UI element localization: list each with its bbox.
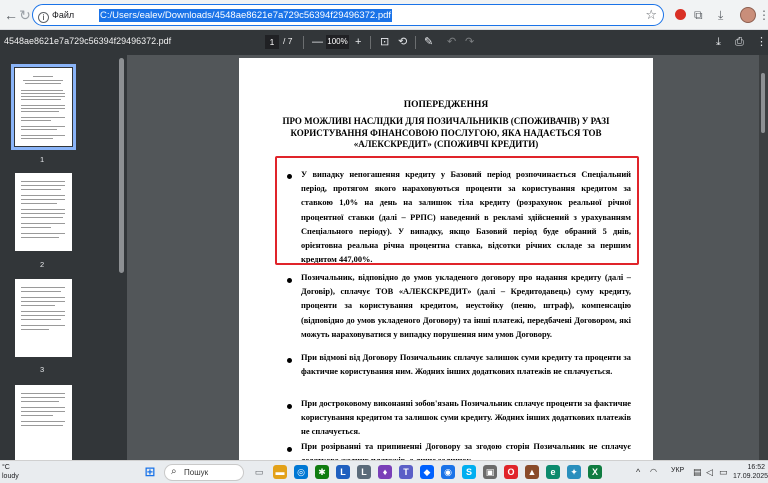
undo-icon[interactable]: ↶ (447, 35, 456, 49)
language-indicator[interactable]: УКР (671, 467, 684, 474)
divider (415, 36, 416, 49)
document-title: ПОПЕРЕДЖЕННЯ (403, 100, 489, 110)
thumbnail-page-4[interactable] (15, 385, 72, 460)
profile-avatar[interactable] (740, 7, 756, 23)
dropbox-icon[interactable]: ◆ (420, 465, 434, 479)
divider (370, 36, 371, 49)
edge-icon[interactable]: e (546, 465, 560, 479)
browser-blue-icon[interactable]: ◎ (294, 465, 308, 479)
weather-widget[interactable]: °C loudy (2, 463, 19, 481)
annotate-icon[interactable]: ✎ (424, 35, 433, 49)
taskbar-search[interactable]: ⌕ Пошук (164, 464, 244, 481)
site-info-label: Файл (52, 10, 75, 20)
skype-icon[interactable]: S (462, 465, 476, 479)
page-total: / 7 (283, 36, 293, 46)
weather-desc: loudy (2, 473, 19, 480)
bullet-paragraph: При розірванні та припиненні Договору за… (301, 442, 631, 460)
print-icon[interactable]: ⎙ (735, 35, 744, 49)
app-gray-icon[interactable]: ▣ (483, 465, 497, 479)
clock-date: 17.09.2025 (733, 473, 768, 480)
volume-icon[interactable]: ◁ (706, 467, 713, 477)
site-info-chip[interactable]: i Файл (38, 8, 75, 23)
browser-menu-icon[interactable]: ⋮ (758, 7, 768, 23)
app-green-icon[interactable]: ✱ (315, 465, 329, 479)
thumbnail-sidebar: 1 2 3 (0, 55, 127, 460)
windows-taskbar: °C loudy ⊞ ⌕ Пошук ▭ ▬ ◎ ✱ L L ♦ T ◆ ◉ S ▣ O ▲ e ✦ X ^ ◠… (0, 460, 768, 483)
pdf-viewer: ПОПЕРЕДЖЕННЯ ПРО МОЖЛИВІ НАСЛІДКИ ДЛЯ ПО… (127, 55, 768, 460)
rotate-icon[interactable]: ⟲ (398, 35, 407, 49)
app-brown-icon[interactable]: ▲ (525, 465, 539, 479)
opera-icon[interactable]: O (504, 465, 518, 479)
fit-page-icon[interactable]: ⊡ (380, 35, 389, 49)
thumbnail-page-1[interactable] (11, 64, 76, 150)
thumbnail-page-3[interactable] (15, 279, 72, 357)
app-purple-icon[interactable]: ♦ (378, 465, 392, 479)
bullet-paragraph: Позичальник, відповідно до умов укладено… (301, 273, 631, 339)
bullet-paragraph: При відмові від Договору Позичальник спл… (301, 353, 631, 377)
download-icon[interactable]: ⤓ (718, 7, 723, 23)
network-icon[interactable]: ▤ (693, 467, 702, 477)
app-teal-icon[interactable]: ✦ (567, 465, 581, 479)
browser-toolbar: ← ↻ i Файл C:/Users/ealev/Downloads/4548a… (0, 0, 768, 30)
bullet-dot (287, 404, 292, 409)
sidebar-scrollbar[interactable] (119, 58, 124, 273)
more-actions-icon[interactable]: ⋮ (756, 35, 767, 49)
page-number-input[interactable]: 1 (265, 35, 279, 49)
url-text[interactable]: C:/Users/ealev/Downloads/4548ae8621e7a72… (99, 9, 393, 22)
thumbnail-label: 2 (40, 260, 45, 269)
battery-icon[interactable]: ▭ (719, 467, 728, 477)
bullet-dot (287, 358, 292, 363)
viewer-scrollbar-thumb[interactable] (761, 73, 765, 133)
wifi-icon[interactable]: ◠ (650, 467, 657, 477)
document-subtitle: ПРО МОЖЛИВІ НАСЛІДКИ ДЛЯ ПОЗИЧАЛЬНИКІВ (… (282, 116, 610, 149)
clock-time: 16:52 (747, 464, 765, 471)
system-clock[interactable]: 16:52 17.09.2025 (733, 463, 768, 481)
extension-icon[interactable] (675, 9, 686, 20)
app-l-gray-icon[interactable]: L (357, 465, 371, 479)
divider (303, 36, 304, 49)
bullet-dot (287, 278, 292, 283)
task-view-icon[interactable]: ▭ (252, 465, 266, 479)
address-bar[interactable]: i Файл C:/Users/ealev/Downloads/4548ae862… (32, 4, 664, 26)
info-icon: i (38, 12, 49, 23)
excel-icon[interactable]: X (588, 465, 602, 479)
zoom-out-button[interactable]: — (312, 35, 323, 49)
pdf-filename: 4548ae8621e7a729c56394f29496372.pdf (4, 36, 172, 46)
pdf-page: ПОПЕРЕДЖЕННЯ ПРО МОЖЛИВІ НАСЛІДКИ ДЛЯ ПО… (239, 58, 653, 460)
bullet-paragraph: При достроковому виконанні зобов'язань П… (301, 399, 631, 437)
pdf-download-icon[interactable]: ⤓ (716, 35, 721, 49)
bullet-dot (287, 447, 292, 452)
search-icon: ⌕ (171, 466, 177, 477)
weather-temp: °C (2, 464, 10, 471)
chrome-icon[interactable]: ◉ (441, 465, 455, 479)
extensions-icon[interactable]: ⧉ (694, 7, 703, 23)
zoom-input[interactable]: 100% (326, 35, 349, 49)
pdf-toolbar: 4548ae8621e7a729c56394f29496372.pdf 1 / … (0, 30, 768, 55)
highlight-box (275, 156, 639, 265)
file-explorer-icon[interactable]: ▬ (273, 465, 287, 479)
redo-icon[interactable]: ↷ (465, 35, 474, 49)
zoom-in-button[interactable]: + (355, 35, 361, 49)
teams-icon[interactable]: T (399, 465, 413, 479)
start-icon[interactable]: ⊞ (143, 465, 157, 479)
bookmark-star-icon[interactable]: ☆ (645, 7, 657, 23)
app-l-blue-icon[interactable]: L (336, 465, 350, 479)
thumbnail-label: 1 (40, 155, 45, 164)
thumbnail-label: 3 (40, 365, 45, 374)
search-placeholder: Пошук (184, 468, 209, 477)
tray-chevron-icon[interactable]: ^ (636, 467, 640, 477)
thumbnail-page-2[interactable] (15, 173, 72, 251)
